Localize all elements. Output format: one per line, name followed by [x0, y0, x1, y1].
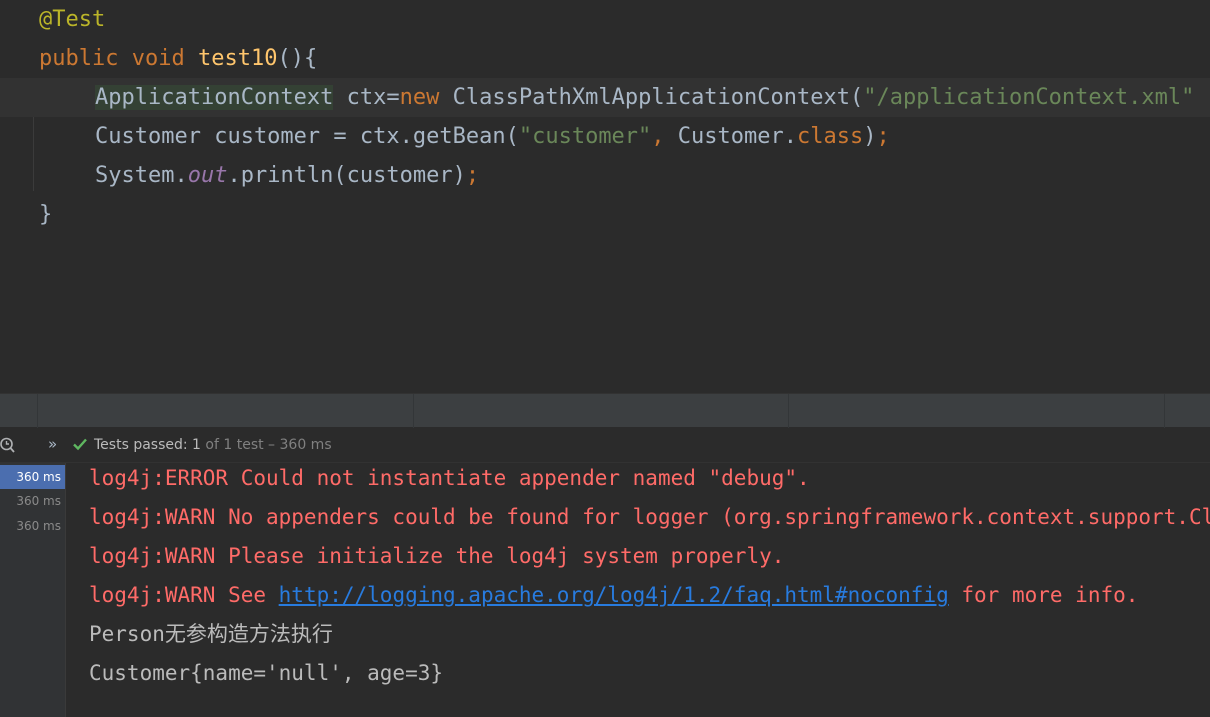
customer-type: Customer.: [664, 124, 797, 149]
method-parens: (){: [277, 46, 318, 71]
status-label: Tests passed:: [94, 437, 193, 453]
bean-name-string: "customer": [518, 124, 652, 149]
run-toolbar: » Tests passed: 1 of 1 test – 360 ms: [0, 428, 1210, 463]
static-field-out: out: [187, 163, 228, 188]
code-line-5[interactable]: System.out.println(customer);: [0, 156, 1210, 195]
semicolon: ;: [876, 124, 890, 149]
keyword-new: new: [399, 85, 440, 110]
warn-see-suffix: for more info.: [948, 583, 1139, 607]
system-class: System.: [95, 163, 188, 188]
code-line-1[interactable]: @Test: [0, 0, 1210, 39]
console-output[interactable]: log4j:ERROR Could not instantiate append…: [66, 463, 1210, 717]
strip-divider: [788, 394, 789, 428]
console-line-error: log4j:ERROR Could not instantiate append…: [89, 466, 810, 490]
getbean-call: Customer customer = ctx.getBean(: [95, 124, 519, 149]
test-status: Tests passed: 1 of 1 test – 360 ms: [94, 437, 332, 453]
code-line-3[interactable]: ApplicationContext ctx=new ClassPathXmlA…: [0, 78, 1210, 117]
constructor-call: ClassPathXmlApplicationContext(: [439, 85, 864, 110]
check-icon: [73, 438, 87, 451]
keyword-class: class: [797, 124, 864, 149]
config-path-string: "/applicationContext.xml": [863, 85, 1195, 110]
console-line-person: Person无参构造方法执行: [89, 622, 333, 646]
code-line-4[interactable]: Customer customer = ctx.getBean("custome…: [0, 117, 1210, 156]
test-duration-method[interactable]: 360 ms: [0, 514, 65, 538]
test-duration-class[interactable]: 360 ms: [0, 489, 65, 513]
type-application-context: ApplicationContext: [95, 85, 334, 110]
semicolon: ;: [465, 163, 480, 188]
expand-toolbar-icon[interactable]: »: [48, 435, 57, 453]
passed-count: 1: [192, 437, 201, 453]
console-line-customer: Customer{name='null', age=3}: [89, 661, 444, 685]
strip-divider: [37, 394, 38, 428]
status-summary: of 1 test – 360 ms: [200, 437, 332, 453]
comma: ,: [651, 124, 665, 149]
faq-link[interactable]: http://logging.apache.org/log4j/1.2/faq.…: [279, 583, 949, 607]
tool-window-header: [0, 393, 1210, 428]
keyword-public: public: [39, 46, 119, 71]
console-line-warn-init: log4j:WARN Please initialize the log4j s…: [89, 544, 785, 568]
code-line-2[interactable]: public void test10(){: [0, 39, 1210, 78]
println-call: .println(customer): [227, 163, 466, 188]
keyword-void: void: [131, 46, 185, 71]
test-tree-panel: 360 ms 360 ms 360 ms: [0, 463, 66, 717]
strip-divider: [413, 394, 414, 428]
code-line-6[interactable]: }: [0, 195, 1210, 234]
close-paren: ): [863, 124, 877, 149]
warn-see-prefix: log4j:WARN See: [89, 583, 279, 607]
test-history-icon[interactable]: [0, 436, 16, 454]
test-duration-root[interactable]: 360 ms: [0, 465, 65, 489]
code-editor[interactable]: @Test public void test10(){ ApplicationC…: [0, 0, 1210, 393]
test-annotation: @Test: [39, 7, 106, 32]
ctx-assign: ctx=: [333, 85, 400, 110]
closing-brace: }: [39, 202, 53, 227]
method-name: test10: [197, 46, 278, 71]
strip-divider: [1164, 394, 1165, 428]
console-line-warn-see: log4j:WARN See http://logging.apache.org…: [89, 580, 1138, 619]
console-line-warn-appenders: log4j:WARN No appenders could be found f…: [89, 505, 1210, 529]
